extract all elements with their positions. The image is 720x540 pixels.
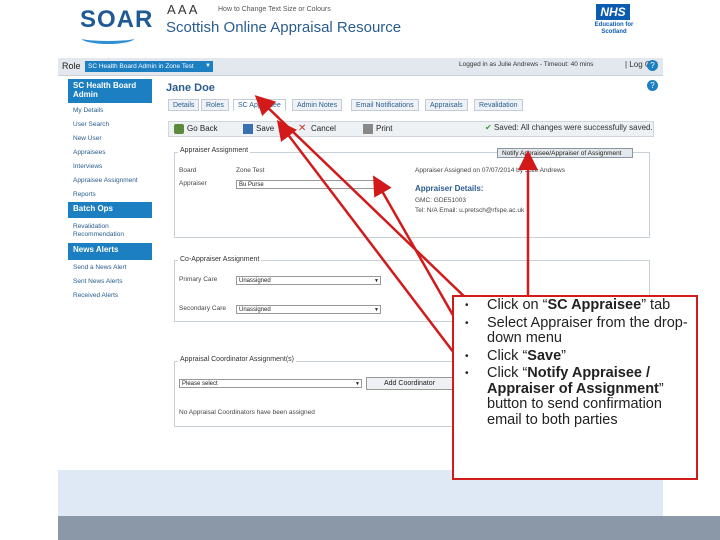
arrow-to-save-button (276, 120, 471, 375)
instruction-step-1: Click on “SC Appraisee” tab (465, 297, 696, 314)
instruction-step-3: Click “Save” (465, 348, 696, 365)
arrow-to-sc-appraisee-tab (254, 95, 471, 303)
instruction-step-2: Select Appraiser from the drop-down menu (465, 315, 696, 347)
instruction-step-4: Click “Notify Appraisee / Appraiser of A… (465, 365, 696, 428)
instruction-callout: Click on “SC Appraisee” tab Select Appra… (452, 295, 698, 480)
